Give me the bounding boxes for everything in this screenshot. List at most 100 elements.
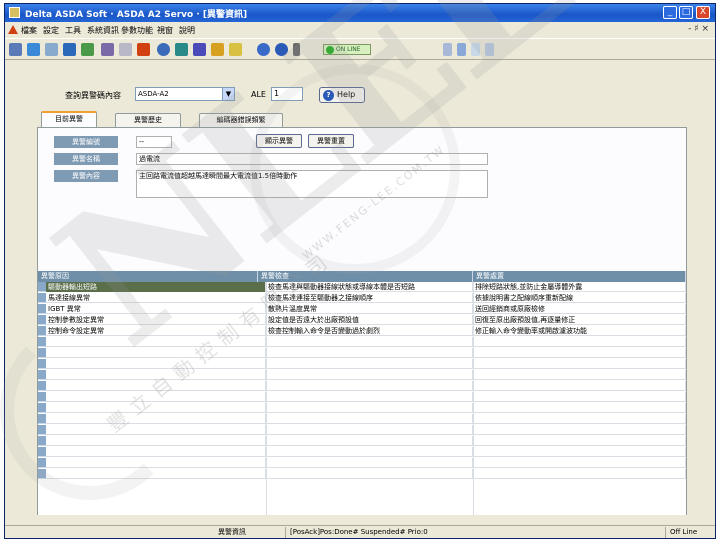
scope-icon[interactable] bbox=[45, 43, 58, 56]
tab-current-alarm[interactable]: 目前異警 bbox=[41, 111, 97, 128]
row-selector[interactable] bbox=[38, 370, 46, 380]
table-row[interactable] bbox=[46, 414, 686, 424]
chevron-down-icon[interactable]: ▼ bbox=[222, 87, 235, 101]
row-selector[interactable] bbox=[38, 436, 46, 446]
row-selector[interactable] bbox=[38, 403, 46, 413]
tile-icon[interactable] bbox=[457, 43, 466, 56]
app-window: Delta ASDA Soft · ASDA A2 Servo · [異警資訊]… bbox=[4, 3, 716, 539]
connect-icon[interactable] bbox=[257, 43, 270, 56]
menu-window[interactable]: 視窗 bbox=[157, 25, 173, 36]
menu-parameters[interactable]: 參數功能 bbox=[121, 25, 153, 36]
minimize-button[interactable]: _ bbox=[663, 6, 677, 19]
table-cell: 控制命令設定異常 bbox=[46, 326, 266, 336]
cascade-icon[interactable] bbox=[443, 43, 452, 56]
row-selector[interactable] bbox=[38, 469, 46, 479]
table-row[interactable]: 控制參數設定異常 設定值是否遠大於出廠預設值 回復至原出廠預設值,再逐量修正 bbox=[46, 315, 686, 325]
table-row[interactable] bbox=[46, 392, 686, 402]
table-row[interactable] bbox=[46, 359, 686, 369]
row-selector[interactable] bbox=[38, 326, 46, 336]
row-selector[interactable] bbox=[38, 392, 46, 402]
monitor-icon[interactable] bbox=[63, 43, 76, 56]
help-icon[interactable] bbox=[275, 43, 288, 56]
table-cell bbox=[266, 348, 473, 358]
menu-bar: 檔案 設定 工具 系統資訊 參數功能 視窗 說明 - ♯ × bbox=[5, 22, 715, 38]
table-row[interactable] bbox=[46, 348, 686, 358]
tab-alarm-history[interactable]: 異警歷史 bbox=[115, 113, 181, 127]
table-cell: IGBT 異常 bbox=[46, 304, 266, 314]
menu-system-info[interactable]: 系統資訊 bbox=[87, 25, 119, 36]
row-selector[interactable] bbox=[38, 447, 46, 457]
column-divider bbox=[266, 282, 267, 515]
table-row[interactable] bbox=[46, 370, 686, 380]
table-row[interactable]: 控制命令設定異常 檢查控制輸入命令是否變動過於劇烈 修正輸入命令變動率或開啟濾波功能 bbox=[46, 326, 686, 336]
table-cell: 修正輸入命令變動率或開啟濾波功能 bbox=[473, 326, 686, 336]
row-selector[interactable] bbox=[38, 458, 46, 468]
tune-icon[interactable] bbox=[193, 43, 206, 56]
table-cell bbox=[46, 359, 266, 369]
row-selector[interactable] bbox=[38, 425, 46, 435]
menu-settings[interactable]: 設定 bbox=[43, 25, 59, 36]
alarm-content-value: 主回路電流值超越馬達瞬間最大電流值1.5倍時動作 bbox=[136, 170, 488, 198]
table-row[interactable]: 驅動器輸出短路 檢查馬達與驅動器接線狀態或導線本體是否短路 排除短路狀態,並防止金屬… bbox=[46, 282, 686, 292]
table-row[interactable] bbox=[46, 337, 686, 347]
table-row[interactable]: IGBT 異常 散熱片溫度異常 送回經銷商或原廠檢修 bbox=[46, 304, 686, 314]
model-select-value: ASDA-A2 bbox=[138, 90, 169, 98]
help-button[interactable]: ? Help bbox=[319, 87, 365, 103]
menu-tools[interactable]: 工具 bbox=[65, 25, 81, 36]
folder-icon[interactable] bbox=[229, 43, 242, 56]
menu-file[interactable]: 檔案 bbox=[21, 25, 37, 36]
table-cell: 控制參數設定異常 bbox=[46, 315, 266, 325]
table-row[interactable] bbox=[46, 458, 686, 468]
table-row[interactable] bbox=[46, 447, 686, 457]
model-select[interactable]: ASDA-A2 ▼ bbox=[135, 87, 235, 101]
row-selector[interactable] bbox=[38, 293, 46, 303]
tab-encoder-errors[interactable]: 編碼器錯誤頻繁 bbox=[199, 113, 283, 127]
table-cell: 檢查馬達連接至驅動器之接線順序 bbox=[266, 293, 473, 303]
io-icon[interactable] bbox=[101, 43, 114, 56]
reset-alarm-button[interactable]: 異警重置 bbox=[308, 134, 354, 148]
table-cell: 送回經銷商或原廠檢修 bbox=[473, 304, 686, 314]
alarm-icon[interactable] bbox=[137, 43, 150, 56]
save-icon[interactable] bbox=[27, 43, 40, 56]
table-row[interactable] bbox=[46, 403, 686, 413]
arrange-icon[interactable] bbox=[471, 43, 480, 56]
jog-icon[interactable] bbox=[157, 43, 170, 56]
alarm-name-value: 過電流 bbox=[136, 153, 488, 165]
table-header: 異警原因 異警檢查 異警處置 bbox=[38, 271, 686, 282]
row-selector[interactable] bbox=[38, 348, 46, 358]
row-selector[interactable] bbox=[38, 304, 46, 314]
table-row[interactable] bbox=[46, 381, 686, 391]
table-row[interactable]: 馬達接線異常 檢查馬達連接至驅動器之接線順序 依據說明書之配線順序重新配線 bbox=[46, 293, 686, 303]
row-selector[interactable] bbox=[38, 337, 46, 347]
table-row[interactable] bbox=[46, 425, 686, 435]
gain-icon[interactable] bbox=[175, 43, 188, 56]
alarm-code-input[interactable]: 1 bbox=[271, 87, 303, 101]
row-selector[interactable] bbox=[38, 359, 46, 369]
row-selector[interactable] bbox=[38, 282, 46, 292]
edit-icon[interactable] bbox=[211, 43, 224, 56]
table-row[interactable] bbox=[46, 436, 686, 446]
table-row[interactable] bbox=[46, 469, 686, 479]
row-selector[interactable] bbox=[38, 414, 46, 424]
table-cell: 檢查馬達與驅動器接線狀態或導線本體是否短路 bbox=[266, 282, 473, 292]
table-cell bbox=[473, 436, 686, 446]
table-cell bbox=[266, 359, 473, 369]
column-divider bbox=[473, 282, 474, 515]
pin-icon[interactable] bbox=[293, 43, 300, 56]
table-cell bbox=[266, 337, 473, 347]
row-selector[interactable] bbox=[38, 381, 46, 391]
show-alarm-button[interactable]: 顯示異警 bbox=[256, 134, 302, 148]
list-icon[interactable] bbox=[119, 43, 132, 56]
maximize-button[interactable]: □ bbox=[679, 6, 693, 19]
column-header-action: 異警處置 bbox=[473, 271, 686, 282]
new-icon[interactable] bbox=[9, 43, 22, 56]
parameter-icon[interactable] bbox=[81, 43, 94, 56]
mdi-controls[interactable]: - ♯ × bbox=[688, 24, 709, 34]
table-cell: 依據說明書之配線順序重新配線 bbox=[473, 293, 686, 303]
row-selector[interactable] bbox=[38, 315, 46, 325]
table-cell bbox=[266, 447, 473, 457]
close-button[interactable]: X bbox=[696, 6, 710, 19]
close-all-icon[interactable] bbox=[485, 43, 494, 56]
menu-help[interactable]: 說明 bbox=[179, 25, 195, 36]
column-header-cause: 異警原因 bbox=[38, 271, 258, 282]
